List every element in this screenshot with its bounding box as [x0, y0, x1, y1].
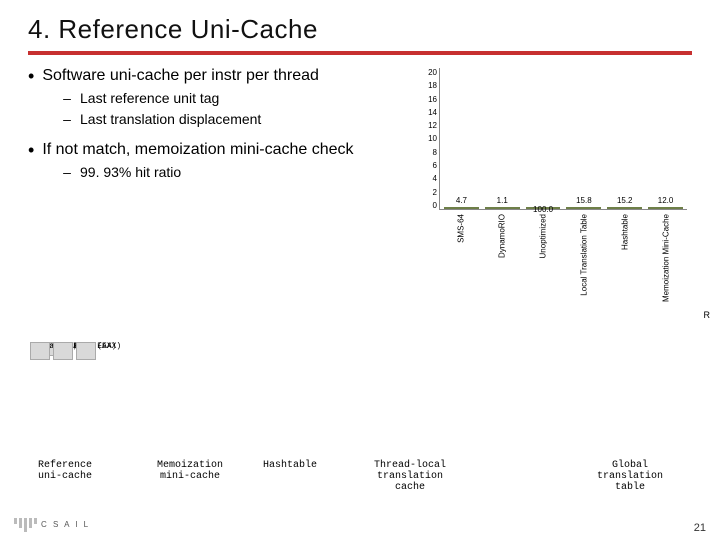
dash-icon: – [62, 163, 72, 182]
label-global-translation-table: Global translation table [570, 460, 690, 493]
x-label: Unoptimized [538, 214, 547, 258]
bar [444, 207, 479, 209]
bullet-1b: Last translation displacement [80, 110, 261, 129]
label-ref-unicache: Reference uni-cache [20, 460, 110, 482]
r-mark: R [704, 310, 711, 320]
cache-diagram: ADD $4, (EAX) SUB (EAX),ebx(EAX) STORE (… [30, 342, 690, 502]
page-number: 21 [694, 522, 706, 534]
csail-logo: C S A I L [14, 518, 90, 532]
bar-value: 15.2 [617, 196, 633, 205]
x-label: DynamoRIO [497, 214, 506, 258]
title-divider [28, 51, 692, 55]
y-axis: 20181614121086420 [409, 68, 437, 210]
bar-value: 4.7 [456, 196, 467, 205]
chart-plot: 4.7 1.1 100.0 15.8 15.2 12.0 [439, 68, 687, 210]
slide-title: 4. Reference Uni-Cache [28, 14, 692, 45]
bar [566, 207, 601, 209]
bar-value: 15.8 [576, 196, 592, 205]
x-label: Hashtable [620, 214, 629, 250]
bar [485, 207, 520, 209]
bullet-2: If not match, memoization mini-cache che… [42, 139, 353, 161]
bullet-icon: • [28, 139, 34, 161]
label-thread-local-cache: Thread-local translation cache [350, 460, 470, 493]
bullet-2a: 99. 93% hit ratio [80, 163, 181, 182]
bar-value: 12.0 [658, 196, 674, 205]
bullet-1: Software uni-cache per instr per thread [42, 65, 319, 87]
bar-chart: 20181614121086420 4.7 1.1 100.0 15.8 15.… [395, 68, 695, 304]
label-memo-minicache: Memoization mini-cache [140, 460, 240, 482]
bullet-1a: Last reference unit tag [80, 89, 219, 108]
bar [648, 207, 683, 209]
x-label: Local Translation Table [579, 214, 588, 296]
x-axis: SMS-64 DynamoRIO Unoptimized Local Trans… [439, 214, 687, 298]
bar-value: 1.1 [497, 196, 508, 205]
bullet-icon: • [28, 65, 34, 87]
x-label: SMS-64 [456, 214, 465, 243]
label-hashtable: Hashtable [250, 460, 330, 471]
x-label: Memoization Mini-Cache [661, 214, 670, 302]
dash-icon: – [62, 110, 72, 129]
dash-icon: – [62, 89, 72, 108]
bullet-list: • Software uni-cache per instr per thread… [28, 65, 403, 182]
bar [607, 207, 642, 209]
bar-value: 100.0 [533, 205, 553, 214]
